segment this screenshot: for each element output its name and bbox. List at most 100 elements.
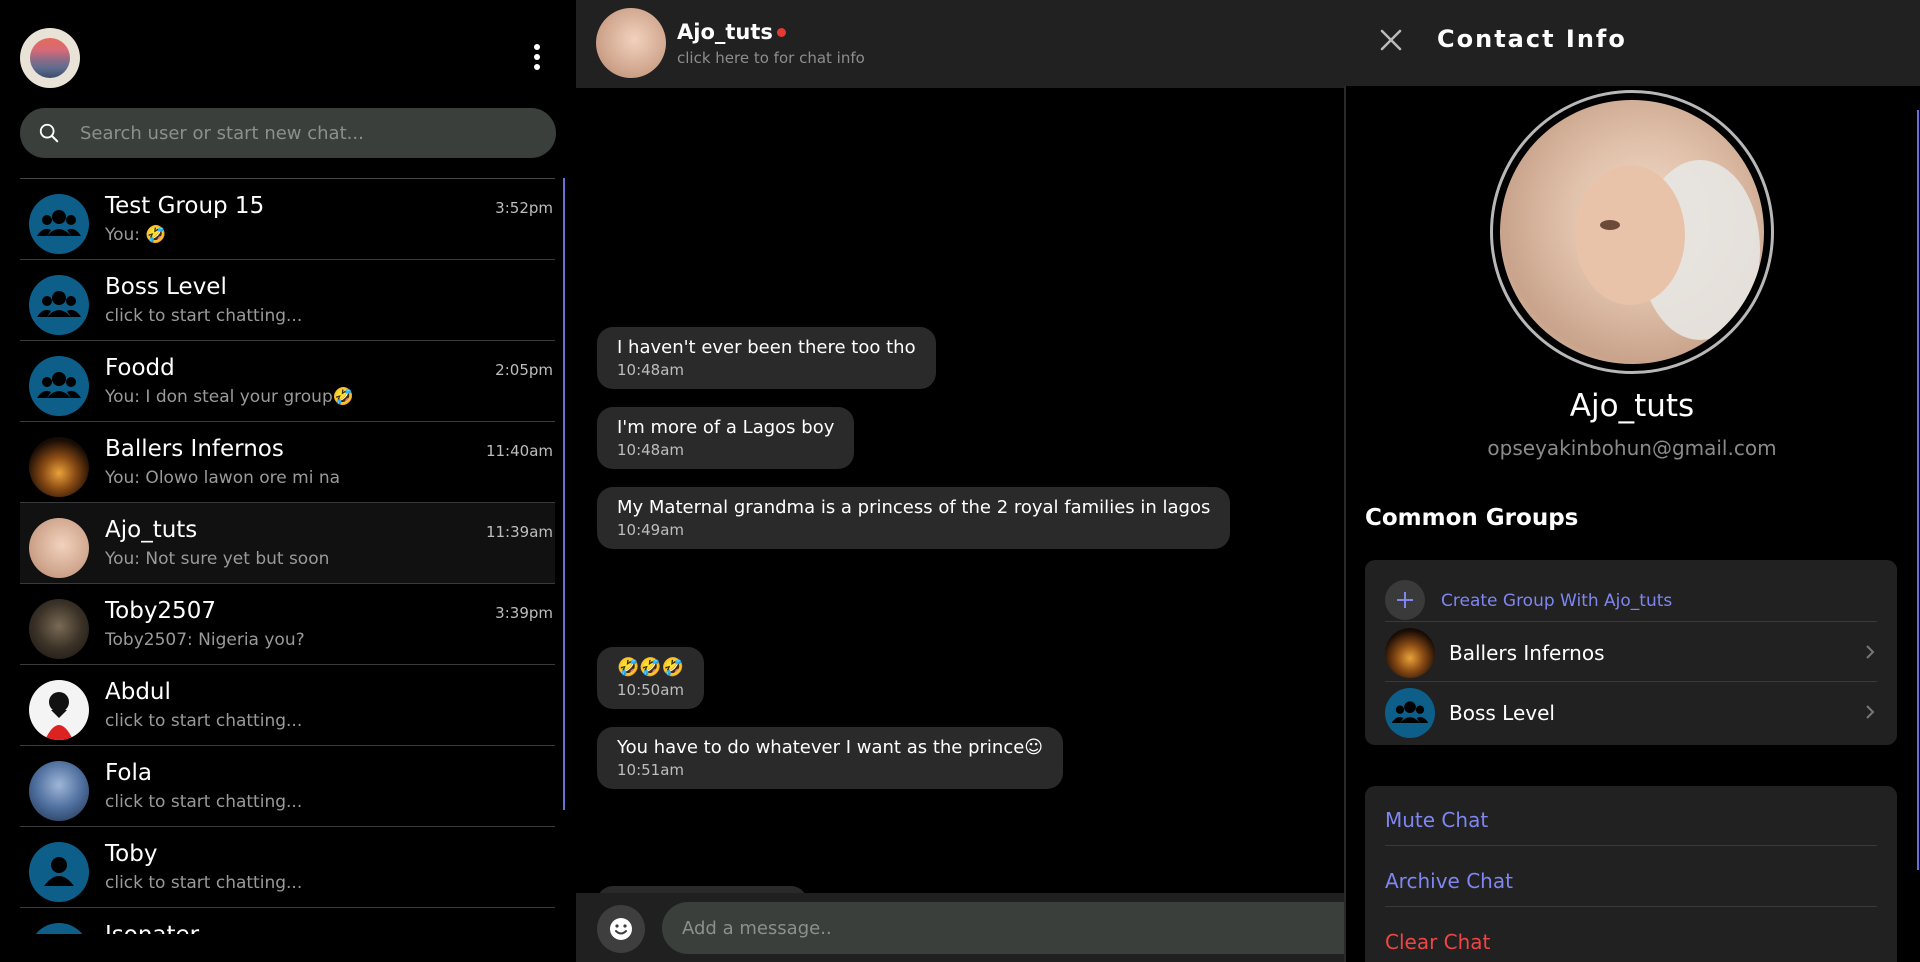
chat-preview: You: 🤣 bbox=[105, 225, 167, 245]
chat-avatar bbox=[29, 599, 89, 659]
plus-icon bbox=[1385, 580, 1425, 620]
chat-time: 3:39pm bbox=[495, 604, 553, 622]
message-bubble[interactable]: I haven't ever been there too tho 10:48a… bbox=[597, 327, 936, 389]
group-avatar bbox=[1385, 688, 1435, 738]
message-bubble[interactable] bbox=[597, 886, 807, 893]
list-item[interactable]: Ballers Infernos You: Olowo lawon ore mi… bbox=[20, 422, 555, 503]
contact-name: Ajo_tuts bbox=[677, 20, 773, 44]
chevron-right-icon bbox=[1866, 705, 1875, 719]
chat-avatar bbox=[29, 761, 89, 821]
message-time: 10:48am bbox=[617, 361, 685, 379]
profile-email: opseyakinbohun@gmail.com bbox=[1487, 436, 1777, 460]
message-text: You have to do whatever I want as the pr… bbox=[617, 737, 1044, 758]
list-item-active[interactable]: Ajo_tuts You: Not sure yet but soon 11:3… bbox=[20, 503, 555, 584]
chat-name: Fola bbox=[105, 760, 152, 786]
info-scrollbar[interactable] bbox=[1917, 110, 1919, 870]
chat-name: Test Group 15 bbox=[105, 193, 265, 219]
chat-header[interactable]: Ajo_tuts click here to for chat info bbox=[576, 0, 1344, 88]
sidebar: Test Group 15 You: 🤣 3:52pm Boss Level c… bbox=[0, 0, 576, 962]
sidebar-scrollbar[interactable] bbox=[563, 178, 565, 810]
message-time: 10:49am bbox=[617, 521, 685, 539]
message-list: I haven't ever been there too tho 10:48a… bbox=[576, 88, 1344, 893]
chat-time: 11:40am bbox=[485, 442, 553, 460]
contact-info-header: Contact Info bbox=[1344, 0, 1920, 86]
group-icon bbox=[1391, 701, 1429, 723]
chat-name: Ajo_tuts bbox=[105, 517, 198, 543]
list-item[interactable]: Toby click to start chatting... bbox=[20, 827, 555, 908]
chat-preview: click to start chatting... bbox=[105, 873, 303, 893]
message-text: I'm more of a Lagos boy bbox=[617, 417, 835, 438]
list-item[interactable]: Isonater bbox=[20, 908, 555, 934]
chat-preview: click to start chatting... bbox=[105, 792, 303, 812]
list-item[interactable]: Toby2507 Toby2507: Nigeria you? 3:39pm bbox=[20, 584, 555, 665]
search-bar bbox=[20, 108, 556, 158]
message-time: 10:51am bbox=[617, 761, 685, 779]
group-name: Boss Level bbox=[1449, 701, 1555, 725]
chat-name: Toby2507 bbox=[105, 598, 216, 624]
group-name: Ballers Infernos bbox=[1449, 641, 1605, 665]
message-time: 10:48am bbox=[617, 441, 685, 459]
chat-time: 3:52pm bbox=[495, 199, 553, 217]
group-icon bbox=[37, 210, 81, 236]
chat-name: Boss Level bbox=[105, 274, 227, 300]
group-avatar bbox=[1385, 628, 1435, 678]
group-avatar bbox=[29, 275, 89, 335]
create-group-button[interactable]: Create Group With Ajo_tuts bbox=[1385, 572, 1877, 622]
smiley-icon bbox=[610, 918, 632, 940]
chat-time: 2:05pm bbox=[495, 361, 553, 379]
chevron-right-icon bbox=[1866, 645, 1875, 659]
chat-name: Toby bbox=[105, 841, 158, 867]
list-item[interactable]: Test Group 15 You: 🤣 3:52pm bbox=[20, 179, 555, 260]
search-icon bbox=[39, 123, 59, 143]
chat-time: 11:39am bbox=[485, 523, 553, 541]
mute-chat-button[interactable]: Mute Chat bbox=[1385, 786, 1877, 846]
chat-avatar bbox=[29, 923, 89, 934]
message-bubble[interactable]: My Maternal grandma is a princess of the… bbox=[597, 487, 1231, 549]
group-avatar bbox=[29, 356, 89, 416]
list-item[interactable]: Boss Level click to start chatting... bbox=[20, 260, 555, 341]
chat-panel: Ajo_tuts click here to for chat info I h… bbox=[576, 0, 1344, 962]
archive-chat-button[interactable]: Archive Chat bbox=[1385, 847, 1877, 907]
message-bubble[interactable]: I'm more of a Lagos boy 10:48am bbox=[597, 407, 855, 469]
message-bubble[interactable]: You have to do whatever I want as the pr… bbox=[597, 727, 1064, 789]
contact-info-panel: Contact Info Ajo_tuts opseyakinbohun@gma… bbox=[1344, 0, 1920, 962]
message-input[interactable] bbox=[662, 902, 1344, 954]
emoji-button[interactable] bbox=[597, 905, 645, 953]
sidebar-header bbox=[0, 0, 576, 100]
chat-preview: click to start chatting... bbox=[105, 306, 303, 326]
create-group-label: Create Group With Ajo_tuts bbox=[1441, 591, 1673, 611]
my-avatar[interactable] bbox=[20, 28, 80, 88]
chat-preview: You: Not sure yet but soon bbox=[105, 549, 330, 569]
contact-avatar[interactable] bbox=[596, 8, 666, 78]
common-groups-heading: Common Groups bbox=[1365, 505, 1579, 531]
common-groups-card: Create Group With Ajo_tuts Ballers Infer… bbox=[1365, 560, 1897, 745]
archive-chat-label: Archive Chat bbox=[1385, 869, 1513, 893]
list-item[interactable]: Foodd You: I don steal your group🤣 2:05p… bbox=[20, 341, 555, 422]
chat-name: Abdul bbox=[105, 679, 171, 705]
panel-divider bbox=[1344, 86, 1346, 962]
chat-name: Isonater bbox=[105, 922, 199, 934]
clear-chat-button[interactable]: Clear Chat bbox=[1385, 908, 1877, 962]
person-icon bbox=[44, 857, 74, 886]
list-item[interactable]: Fola click to start chatting... bbox=[20, 746, 555, 827]
close-icon[interactable] bbox=[1377, 26, 1405, 54]
message-bubble[interactable]: 🤣🤣🤣 10:50am bbox=[597, 647, 705, 709]
clear-chat-label: Clear Chat bbox=[1385, 930, 1491, 954]
chat-preview: You: I don steal your group🤣 bbox=[105, 387, 354, 407]
status-dot bbox=[777, 28, 786, 37]
search-input[interactable] bbox=[80, 108, 540, 158]
chat-preview: Toby2507: Nigeria you? bbox=[105, 630, 305, 650]
group-icon bbox=[37, 372, 81, 398]
more-options-icon[interactable] bbox=[528, 44, 546, 74]
chat-info-hint: click here to for chat info bbox=[677, 49, 865, 67]
user-avatar bbox=[29, 842, 89, 902]
profile-avatar[interactable] bbox=[1500, 100, 1764, 364]
chat-avatar bbox=[29, 680, 89, 740]
chat-preview: You: Olowo lawon ore mi na bbox=[105, 468, 341, 488]
chat-preview: click to start chatting... bbox=[105, 711, 303, 731]
chat-avatar bbox=[29, 437, 89, 497]
common-group-item[interactable]: Boss Level bbox=[1385, 682, 1877, 742]
list-item[interactable]: Abdul click to start chatting... bbox=[20, 665, 555, 746]
common-group-item[interactable]: Ballers Infernos bbox=[1385, 622, 1877, 682]
chat-name: Foodd bbox=[105, 355, 175, 381]
